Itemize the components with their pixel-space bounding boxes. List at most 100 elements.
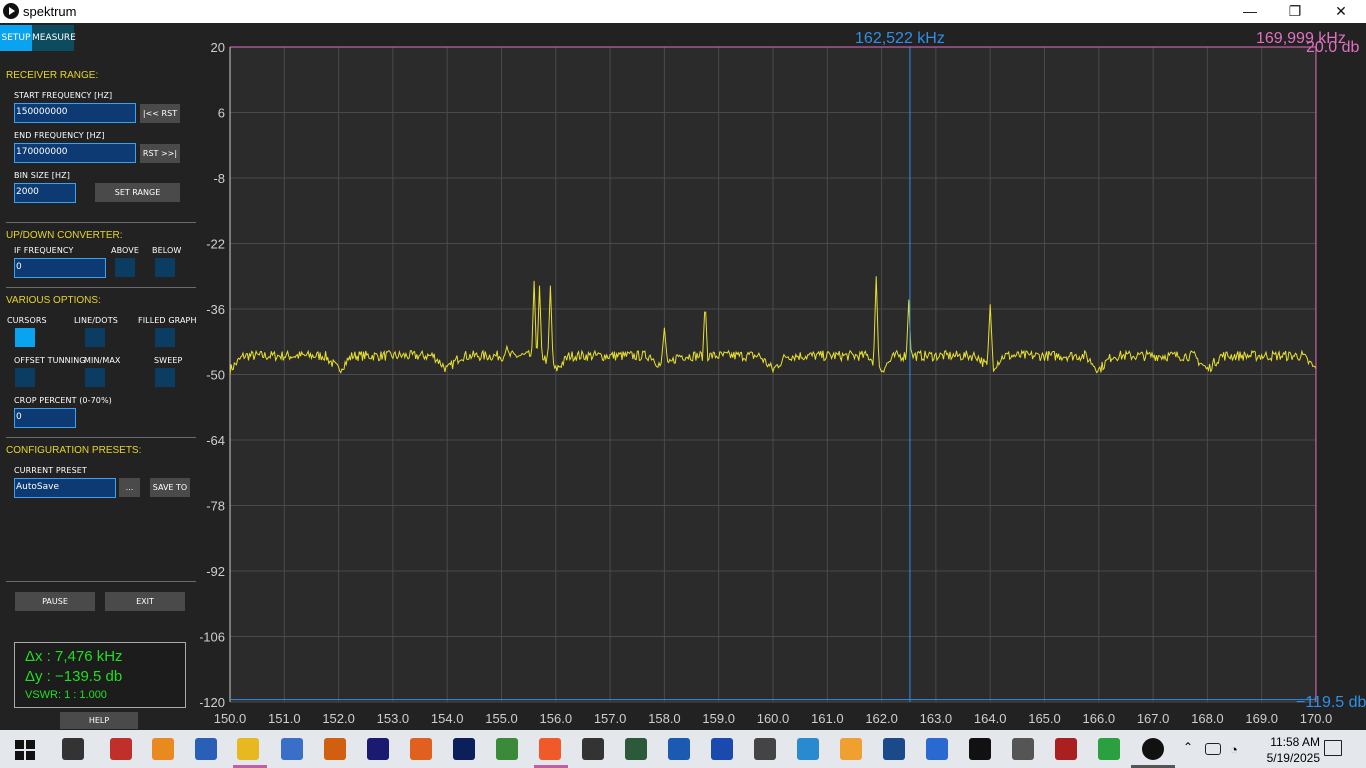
offset-tuning-checkbox[interactable]: [15, 368, 35, 387]
minimize-button[interactable]: —: [1227, 0, 1273, 23]
audition-icon[interactable]: [367, 738, 389, 760]
browse-preset-button[interactable]: ...: [119, 478, 140, 497]
cursor2-level-label: 20.0 db: [1306, 39, 1359, 56]
x-tick-label: 166.0: [1083, 711, 1116, 726]
y-tick-label: 6: [218, 106, 225, 121]
task-view-icon[interactable]: [62, 738, 84, 760]
bin-size-input[interactable]: 2000: [14, 183, 76, 203]
x-tick-label: 151.0: [268, 711, 301, 726]
x-tick-label: 158.0: [648, 711, 681, 726]
y-tick-label: -36: [206, 302, 225, 317]
photoshop-icon[interactable]: [453, 738, 475, 760]
end-frequency-label: END FREQUENCY [HZ]: [14, 131, 105, 140]
y-tick-label: -50: [206, 368, 225, 383]
network-icon[interactable]: [281, 738, 303, 760]
wifi-icon[interactable]: ◔: [1230, 742, 1246, 757]
app-red-icon[interactable]: [110, 738, 132, 760]
x-tick-label: 160.0: [757, 711, 790, 726]
y-tick-label: -78: [206, 499, 225, 514]
battery-icon[interactable]: [1205, 743, 1221, 755]
bin-size-label: BIN SIZE [HZ]: [14, 171, 70, 180]
line-dots-checkbox[interactable]: [85, 328, 105, 347]
divider: [6, 437, 196, 438]
system-clock[interactable]: 11:58 AM 5/19/2025: [1267, 734, 1320, 766]
wr-icon[interactable]: [969, 738, 991, 760]
start-frequency-input[interactable]: 150000000: [14, 103, 136, 123]
exit-button[interactable]: EXIT: [105, 592, 185, 611]
app-icon: [3, 3, 19, 19]
windows-start-icon[interactable]: [14, 738, 36, 760]
obs-icon[interactable]: [582, 738, 604, 760]
receiver-range-heading: RECEIVER RANGE:: [6, 70, 99, 81]
cursors-label: CURSORS: [7, 316, 47, 325]
y-tick-label: -106: [200, 630, 225, 645]
divider: [6, 287, 196, 288]
above-checkbox[interactable]: [115, 258, 135, 277]
set-range-button[interactable]: SET RANGE: [95, 183, 180, 202]
control-sidebar: SETUP MEASURE RECEIVER RANGE: START FREQ…: [0, 23, 200, 730]
cursors-checkbox[interactable]: [15, 328, 35, 347]
paint-icon[interactable]: [324, 738, 346, 760]
current-preset-input[interactable]: AutoSave: [14, 478, 116, 498]
min-max-checkbox[interactable]: [85, 368, 105, 387]
end-reset-button[interactable]: RST >>|: [140, 144, 180, 163]
x-tick-label: 167.0: [1137, 711, 1170, 726]
notifications-icon[interactable]: [1324, 740, 1342, 756]
x-tick-label: 153.0: [377, 711, 410, 726]
rox-icon[interactable]: [1055, 738, 1077, 760]
delta-x-readout: Δx : 7,476 kHz: [25, 648, 123, 665]
min-max-label: MIN/MAX: [84, 356, 121, 365]
pause-button[interactable]: PAUSE: [15, 592, 95, 611]
tab-setup[interactable]: SETUP: [0, 25, 32, 51]
save-to-button[interactable]: SAVE TO: [150, 478, 190, 497]
show-hidden-icons[interactable]: ⌃: [1183, 740, 1197, 762]
file-explorer-icon[interactable]: [237, 738, 259, 760]
start-reset-button[interactable]: |<< RST: [140, 104, 180, 123]
spectrum-chart[interactable]: 150.0 151.0 152.0 153.0 154.0 155.0 156.0 157.0…: [199, 23, 1366, 730]
notepad-icon[interactable]: [496, 738, 518, 760]
restore-button[interactable]: ❐: [1272, 0, 1318, 23]
converter-heading: UP/DOWN CONVERTER:: [6, 230, 123, 241]
x-tick-label: 163.0: [920, 711, 953, 726]
help-button[interactable]: HELP: [60, 712, 138, 729]
above-label: ABOVE: [111, 246, 140, 255]
orange-app-icon[interactable]: [840, 738, 862, 760]
wave2-icon[interactable]: [711, 738, 733, 760]
nt-icon[interactable]: [152, 738, 174, 760]
brave-icon[interactable]: [539, 738, 561, 760]
filled-graph-checkbox[interactable]: [155, 328, 175, 347]
below-checkbox[interactable]: [155, 258, 175, 277]
if-frequency-input[interactable]: 0: [14, 258, 106, 278]
sweep-checkbox[interactable]: [155, 368, 175, 387]
x-tick-label: 170.0: [1300, 711, 1333, 726]
satellite-icon[interactable]: [797, 738, 819, 760]
spectrum-plot-area[interactable]: 150.0 151.0 152.0 153.0 154.0 155.0 156.0 157.0…: [199, 23, 1366, 730]
shield-icon[interactable]: [926, 738, 948, 760]
presets-heading: CONFIGURATION PRESETS:: [6, 445, 142, 456]
filled-graph-label: FILLED GRAPH: [138, 316, 197, 325]
x-tick-label: 156.0: [540, 711, 573, 726]
x-tick-label: 154.0: [431, 711, 464, 726]
crop-percent-input[interactable]: 0: [14, 408, 76, 428]
close-button[interactable]: ✕: [1318, 0, 1364, 23]
y-tick-label: -64: [206, 433, 225, 448]
tab-measure[interactable]: MEASURE: [32, 25, 76, 51]
x-tick-label: 169.0: [1245, 711, 1278, 726]
app-orange-icon[interactable]: [410, 738, 432, 760]
wand-icon[interactable]: [1012, 738, 1034, 760]
powershell-icon[interactable]: [195, 738, 217, 760]
wave-icon[interactable]: [668, 738, 690, 760]
options-heading: VARIOUS OPTIONS:: [6, 295, 101, 306]
sweep-label: SWEEP: [154, 356, 183, 365]
clock-time: 11:58 AM: [1270, 735, 1320, 749]
title-bar: spektrum — ❐ ✕: [0, 0, 1366, 23]
feather-icon[interactable]: [754, 738, 776, 760]
terminal-icon[interactable]: [625, 738, 647, 760]
end-frequency-input[interactable]: 170000000: [14, 143, 136, 163]
vswr-readout: VSWR: 1 : 1.000: [25, 689, 107, 701]
clock-date: 5/19/2025: [1266, 751, 1320, 765]
x-tick-label: 164.0: [974, 711, 1007, 726]
spektrum-icon[interactable]: [1142, 738, 1164, 760]
globe-icon[interactable]: [883, 738, 905, 760]
earth-icon[interactable]: [1098, 738, 1120, 760]
